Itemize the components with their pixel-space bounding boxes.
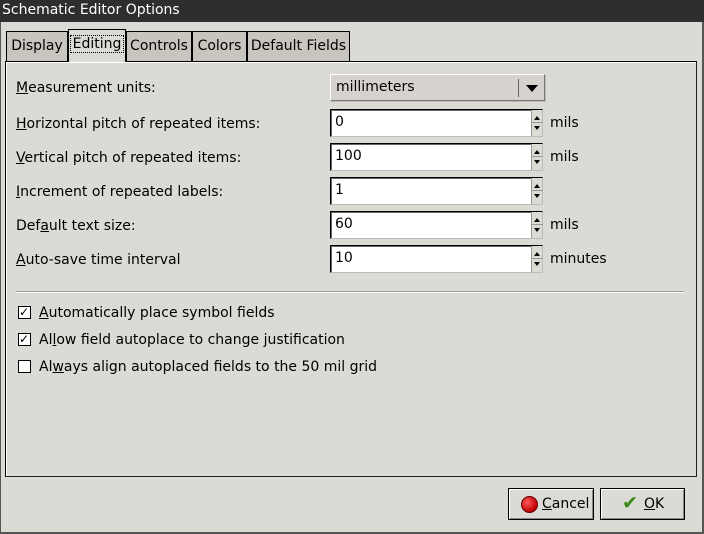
autosave-interval-label: Auto-save time interval [16,252,181,268]
vertical-pitch-value: 100 [335,148,362,164]
spin-down-icon[interactable] [534,126,540,130]
horizontal-pitch-value: 0 [335,114,344,130]
checkmark-icon: ✓ [19,304,30,319]
autosave-interval-spinner[interactable]: 10 [330,245,543,273]
default-text-size-unit: mils [550,217,579,233]
spin-up-icon[interactable] [534,150,540,154]
autosave-interval-value: 10 [335,250,353,266]
checkmark-icon: ✔ [622,492,638,514]
spin-buttons [531,212,543,238]
default-text-size-label: Default text size: [16,218,136,234]
increment-labels-spinner[interactable]: 1 [330,177,543,205]
editing-panel: Measurement units: millimeters Horizonta… [5,61,697,477]
increment-labels-value: 1 [335,182,344,198]
checkbox-box[interactable]: ✓ [18,304,31,319]
spin-up-icon[interactable] [534,252,540,256]
horizontal-pitch-label: Horizontal pitch of repeated items: [16,116,261,132]
spin-down-icon[interactable] [534,262,540,266]
vertical-pitch-unit: mils [550,149,579,165]
default-text-size-value: 60 [335,216,353,232]
vertical-pitch-label: Vertical pitch of repeated items: [16,150,242,166]
vertical-pitch-spinner[interactable]: 100 [330,143,543,171]
horizontal-pitch-unit: mils [550,115,579,131]
dropdown-separator [518,79,519,97]
cancel-button[interactable]: Cancel [508,488,594,520]
cancel-icon [521,496,538,513]
checkbox-box[interactable] [18,359,31,373]
cancel-button-label: Cancel [542,496,590,512]
tab-controls[interactable]: Controls [126,31,192,61]
checkmark-icon: ✓ [19,331,30,346]
spin-up-icon[interactable] [534,218,540,222]
align-grid-checkbox[interactable]: Always align autoplaced fields to the 50… [18,359,377,375]
ok-button-label: OK [644,496,665,512]
spin-buttons [531,246,543,272]
tab-editing[interactable]: Editing [68,29,126,62]
horizontal-pitch-spinner[interactable]: 0 [330,109,543,137]
ok-button[interactable]: ✔ OK [600,488,685,520]
spin-buttons [531,178,543,204]
spin-down-icon[interactable] [534,160,540,164]
measurement-units-dropdown[interactable]: millimeters [330,74,545,101]
spin-down-icon[interactable] [534,228,540,232]
spin-up-icon[interactable] [534,184,540,188]
tab-default-fields[interactable]: Default Fields [247,31,350,61]
measurement-units-value: millimeters [336,79,415,95]
checkbox-box[interactable]: ✓ [18,331,31,346]
chevron-down-icon[interactable] [526,85,538,92]
divider [16,291,684,293]
auto-place-fields-checkbox[interactable]: ✓ Automatically place symbol fields [18,305,275,321]
spin-buttons [531,110,543,136]
spin-buttons [531,144,543,170]
spin-up-icon[interactable] [534,116,540,120]
default-text-size-spinner[interactable]: 60 [330,211,543,239]
spin-down-icon[interactable] [534,194,540,198]
allow-justification-checkbox[interactable]: ✓ Allow field autoplace to change justifi… [18,332,345,348]
measurement-units-label: Measurement units: [16,80,156,96]
tab-colors[interactable]: Colors [192,31,247,61]
window-title: Schematic Editor Options [0,0,704,22]
tab-display[interactable]: Display [6,31,68,61]
autosave-interval-unit: minutes [550,251,607,267]
increment-labels-label: Increment of repeated labels: [16,184,224,200]
